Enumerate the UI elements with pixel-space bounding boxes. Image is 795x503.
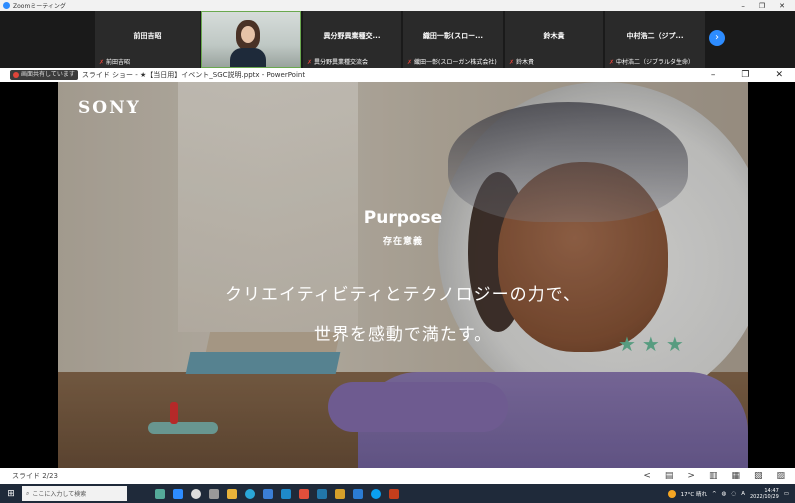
powerpoint-icon[interactable] bbox=[389, 488, 399, 499]
widgets-icon[interactable] bbox=[209, 488, 219, 499]
ppt-maximize-button[interactable]: ❐ bbox=[741, 70, 749, 80]
participant-footer: ✗ 鈴木貴 bbox=[509, 59, 535, 66]
slide-subheading: 存在意義 bbox=[382, 237, 423, 247]
task-view-icon[interactable] bbox=[191, 488, 201, 499]
share-status-icon bbox=[13, 72, 19, 78]
network-icon[interactable]: ◍ bbox=[722, 491, 727, 497]
mic-muted-icon: ✗ bbox=[307, 59, 313, 66]
zoom-close-button[interactable]: ✕ bbox=[779, 2, 785, 10]
participant-body bbox=[230, 48, 266, 67]
ime-indicator[interactable]: A bbox=[741, 491, 745, 497]
participant-footer: ✗ 中村浩二（ジブラルタ生命） bbox=[609, 59, 695, 66]
clock-date: 2022/10/29 bbox=[749, 493, 779, 500]
taskbar-apps bbox=[155, 488, 399, 499]
previous-slide-button[interactable]: < bbox=[643, 471, 651, 481]
zoom-logo-icon bbox=[3, 2, 10, 9]
zoom-window-controls: – ❐ ✕ bbox=[741, 2, 795, 10]
participant-face bbox=[241, 26, 255, 43]
taskbar-search[interactable]: ⌕ ここに入力して検索 bbox=[22, 486, 127, 501]
screen-share-indicator[interactable]: 画面共有しています bbox=[10, 70, 78, 80]
tray-expand-icon[interactable]: ^ bbox=[712, 491, 717, 497]
slide-menu-button[interactable]: ▤ bbox=[665, 471, 674, 481]
ppt-close-button[interactable]: ✕ bbox=[775, 70, 783, 80]
notes-icon[interactable] bbox=[335, 488, 345, 499]
next-slide-button[interactable]: > bbox=[687, 471, 695, 481]
slide-counter: スライド 2/23 bbox=[12, 472, 58, 480]
edge-browser-icon[interactable] bbox=[245, 488, 255, 499]
ppt-window-controls: – ❐ ✕ bbox=[711, 70, 795, 80]
system-tray: 17°C 晴れ ^ ◍ ◌ A 14:47 2022/10/29 ▭ bbox=[667, 488, 795, 500]
ppt-document-title: スライド ショー - ★【当日用】イベント_SGC説明.pptx - Power… bbox=[81, 71, 306, 79]
participant-footer: ✗ 前田吉昭 bbox=[99, 59, 131, 66]
file-explorer-icon[interactable] bbox=[227, 488, 237, 499]
zoom-titlebar: Zoomミーティング – ❐ ✕ bbox=[0, 0, 795, 11]
sony-logo: SONY bbox=[78, 98, 141, 118]
slideshow-stage[interactable]: ★★★ SONY Purpose 存在意義 クリエイティビティとテクノロジーの力… bbox=[0, 82, 795, 468]
weather-icon[interactable] bbox=[667, 489, 676, 498]
participant-strip: 前田吉昭 ✗ 前田吉昭 異分野異業種交... ✗ 異分野異業種交流会 織田一彰(スロ… bbox=[0, 11, 795, 68]
zoom-maximize-button[interactable]: ❐ bbox=[759, 2, 765, 10]
zoom-minimize-button[interactable]: – bbox=[741, 2, 745, 10]
slide[interactable]: ★★★ SONY Purpose 存在意義 クリエイティビティとテクノロジーの力… bbox=[58, 82, 748, 468]
participant-tile[interactable]: 織田一彰(スロー... ✗ 織田一彰(スローガン株式会社) bbox=[403, 11, 503, 68]
participant-name: 織田一彰(スロー... bbox=[422, 32, 484, 40]
photo-overlay bbox=[58, 82, 748, 468]
zoom-window-title: Zoomミーティング bbox=[13, 3, 66, 10]
store-icon[interactable] bbox=[281, 488, 291, 499]
mic-muted-icon: ✗ bbox=[407, 59, 413, 66]
participant-name: 鈴木貴 bbox=[543, 32, 565, 40]
participant-name: 異分野異業種交... bbox=[323, 32, 381, 40]
slide-message-line2: 世界を感動で満たす。 bbox=[313, 325, 493, 345]
volume-icon[interactable]: ◌ bbox=[731, 491, 736, 497]
teams-icon[interactable] bbox=[317, 488, 327, 499]
ppt-minimize-button[interactable]: – bbox=[711, 70, 716, 80]
taskbar-search-placeholder: ここに入力して検索 bbox=[32, 491, 87, 498]
participant-tile[interactable]: 前田吉昭 ✗ 前田吉昭 bbox=[95, 11, 200, 68]
word-icon[interactable] bbox=[353, 488, 363, 499]
notification-icon[interactable]: ▭ bbox=[784, 491, 789, 497]
slide-message-line1: クリエイティビティとテクノロジーの力で、 bbox=[225, 285, 581, 305]
slideshow-controls: < ▤ > ▥ ▦ ▧ ▨ bbox=[643, 471, 795, 481]
app-icon[interactable] bbox=[155, 488, 165, 499]
participant-tile[interactable]: 中村浩二（ジプ... ✗ 中村浩二（ジブラルタ生命） bbox=[605, 11, 705, 68]
zoom-app-icon[interactable] bbox=[173, 488, 183, 499]
weather-text[interactable]: 17°C 晴れ bbox=[681, 490, 707, 498]
ppt-titlebar: 画面共有しています スライド ショー - ★【当日用】イベント_SGC説明.pp… bbox=[0, 68, 795, 82]
search-icon: ⌕ bbox=[26, 489, 30, 497]
mic-muted-icon: ✗ bbox=[99, 59, 105, 66]
slide-heading: Purpose bbox=[363, 208, 443, 228]
mic-muted-icon: ✗ bbox=[509, 59, 515, 66]
participant-name: 前田吉昭 bbox=[133, 32, 162, 40]
slideshow-statusbar: スライド 2/23 < ▤ > ▥ ▦ ▧ ▨ bbox=[0, 468, 795, 484]
mail-icon[interactable] bbox=[263, 488, 273, 499]
participant-footer: ✗ 織田一彰(スローガン株式会社) bbox=[407, 59, 497, 66]
mic-muted-icon: ✗ bbox=[609, 59, 615, 66]
skype-icon[interactable] bbox=[371, 488, 381, 499]
chrome-icon[interactable] bbox=[299, 488, 309, 499]
windows-icon[interactable]: ⊞ bbox=[0, 489, 22, 499]
participant-tile[interactable]: 異分野異業種交... ✗ 異分野異業種交流会 bbox=[303, 11, 401, 68]
slide-sorter-button[interactable]: ▦ bbox=[731, 471, 740, 481]
reading-view-button[interactable]: ▧ bbox=[754, 471, 763, 481]
windows-taskbar: ⊞ ⌕ ここに入力して検索 17°C 晴れ ^ ◍ ◌ A 14:47 2022… bbox=[0, 484, 795, 503]
participant-name: 中村浩二（ジプ... bbox=[626, 32, 684, 40]
participant-tile-video[interactable] bbox=[201, 11, 301, 68]
participant-tile[interactable]: 鈴木貴 ✗ 鈴木貴 bbox=[505, 11, 603, 68]
normal-view-button[interactable]: ▥ bbox=[709, 471, 718, 481]
taskbar-clock[interactable]: 14:47 2022/10/29 bbox=[750, 488, 779, 500]
chevron-right-icon[interactable]: › bbox=[709, 30, 725, 46]
participant-footer: ✗ 異分野異業種交流会 bbox=[307, 59, 369, 66]
slideshow-view-button[interactable]: ▨ bbox=[776, 471, 785, 481]
screen-share-label: 画面共有しています bbox=[21, 71, 75, 78]
